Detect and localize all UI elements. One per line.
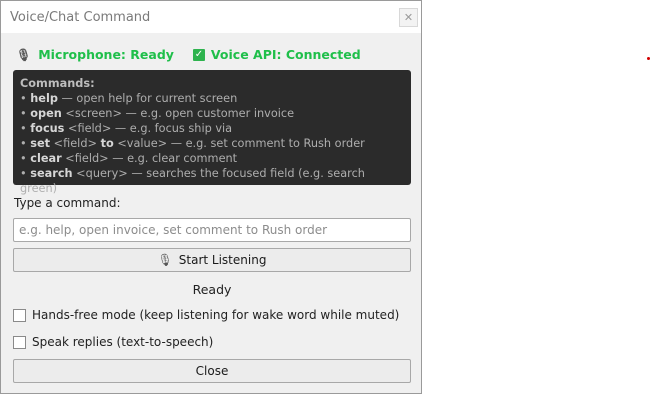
- speak-replies-checkbox[interactable]: Speak replies (text-to-speech): [13, 335, 213, 349]
- hands-free-label: Hands-free mode (keep listening for wake…: [32, 308, 400, 322]
- listening-state: Ready: [192, 282, 232, 297]
- command-item: • open <screen> — e.g. open customer inv…: [20, 107, 295, 120]
- checkmark-icon: ✓: [192, 48, 205, 61]
- status-row: 🎙 Microphone: Ready ✓ Voice API: Connect…: [16, 47, 361, 62]
- commands-heading: Commands:: [20, 77, 95, 90]
- commands-help-panel: Commands: • help — open help for current…: [13, 70, 411, 195]
- close-icon[interactable]: ✕: [399, 7, 418, 27]
- command-item: • clear <field> — e.g. clear comment: [20, 152, 238, 165]
- start-listening-button[interactable]: 🎙 Start Listening: [13, 248, 411, 272]
- command-item: • search <query> — searches the focused …: [20, 167, 365, 195]
- hands-free-checkbox[interactable]: Hands-free mode (keep listening for wake…: [13, 308, 399, 322]
- microphone-icon: 🎙: [157, 253, 173, 267]
- command-item: • focus <field> — e.g. focus ship via: [20, 122, 233, 135]
- window-title: Voice/Chat Command: [10, 9, 151, 25]
- screen: Voice/Chat Command ✕ 🎙 Microphone: Ready…: [0, 0, 652, 394]
- command-input[interactable]: [13, 218, 411, 242]
- voice-command-dialog: Voice/Chat Command ✕ 🎙 Microphone: Ready…: [0, 0, 422, 394]
- red-dot-marker: [647, 57, 650, 60]
- command-item: • help — open help for current screen: [20, 92, 238, 105]
- speak-replies-label: Speak replies (text-to-speech): [32, 335, 214, 349]
- start-listening-label: Start Listening: [178, 253, 267, 267]
- title-bar: Voice/Chat Command ✕: [1, 1, 421, 33]
- checkbox-box[interactable]: [13, 308, 26, 322]
- command-input-label: Type a command:: [14, 196, 121, 210]
- microphone-status: Microphone: Ready: [38, 47, 174, 62]
- command-item: • set <field> to <value> — e.g. set comm…: [20, 137, 365, 150]
- microphone-icon: 🎙: [16, 47, 32, 62]
- checkbox-box[interactable]: [13, 335, 26, 349]
- close-button[interactable]: Close: [13, 359, 411, 383]
- voice-api-status: Voice API: Connected: [210, 47, 361, 62]
